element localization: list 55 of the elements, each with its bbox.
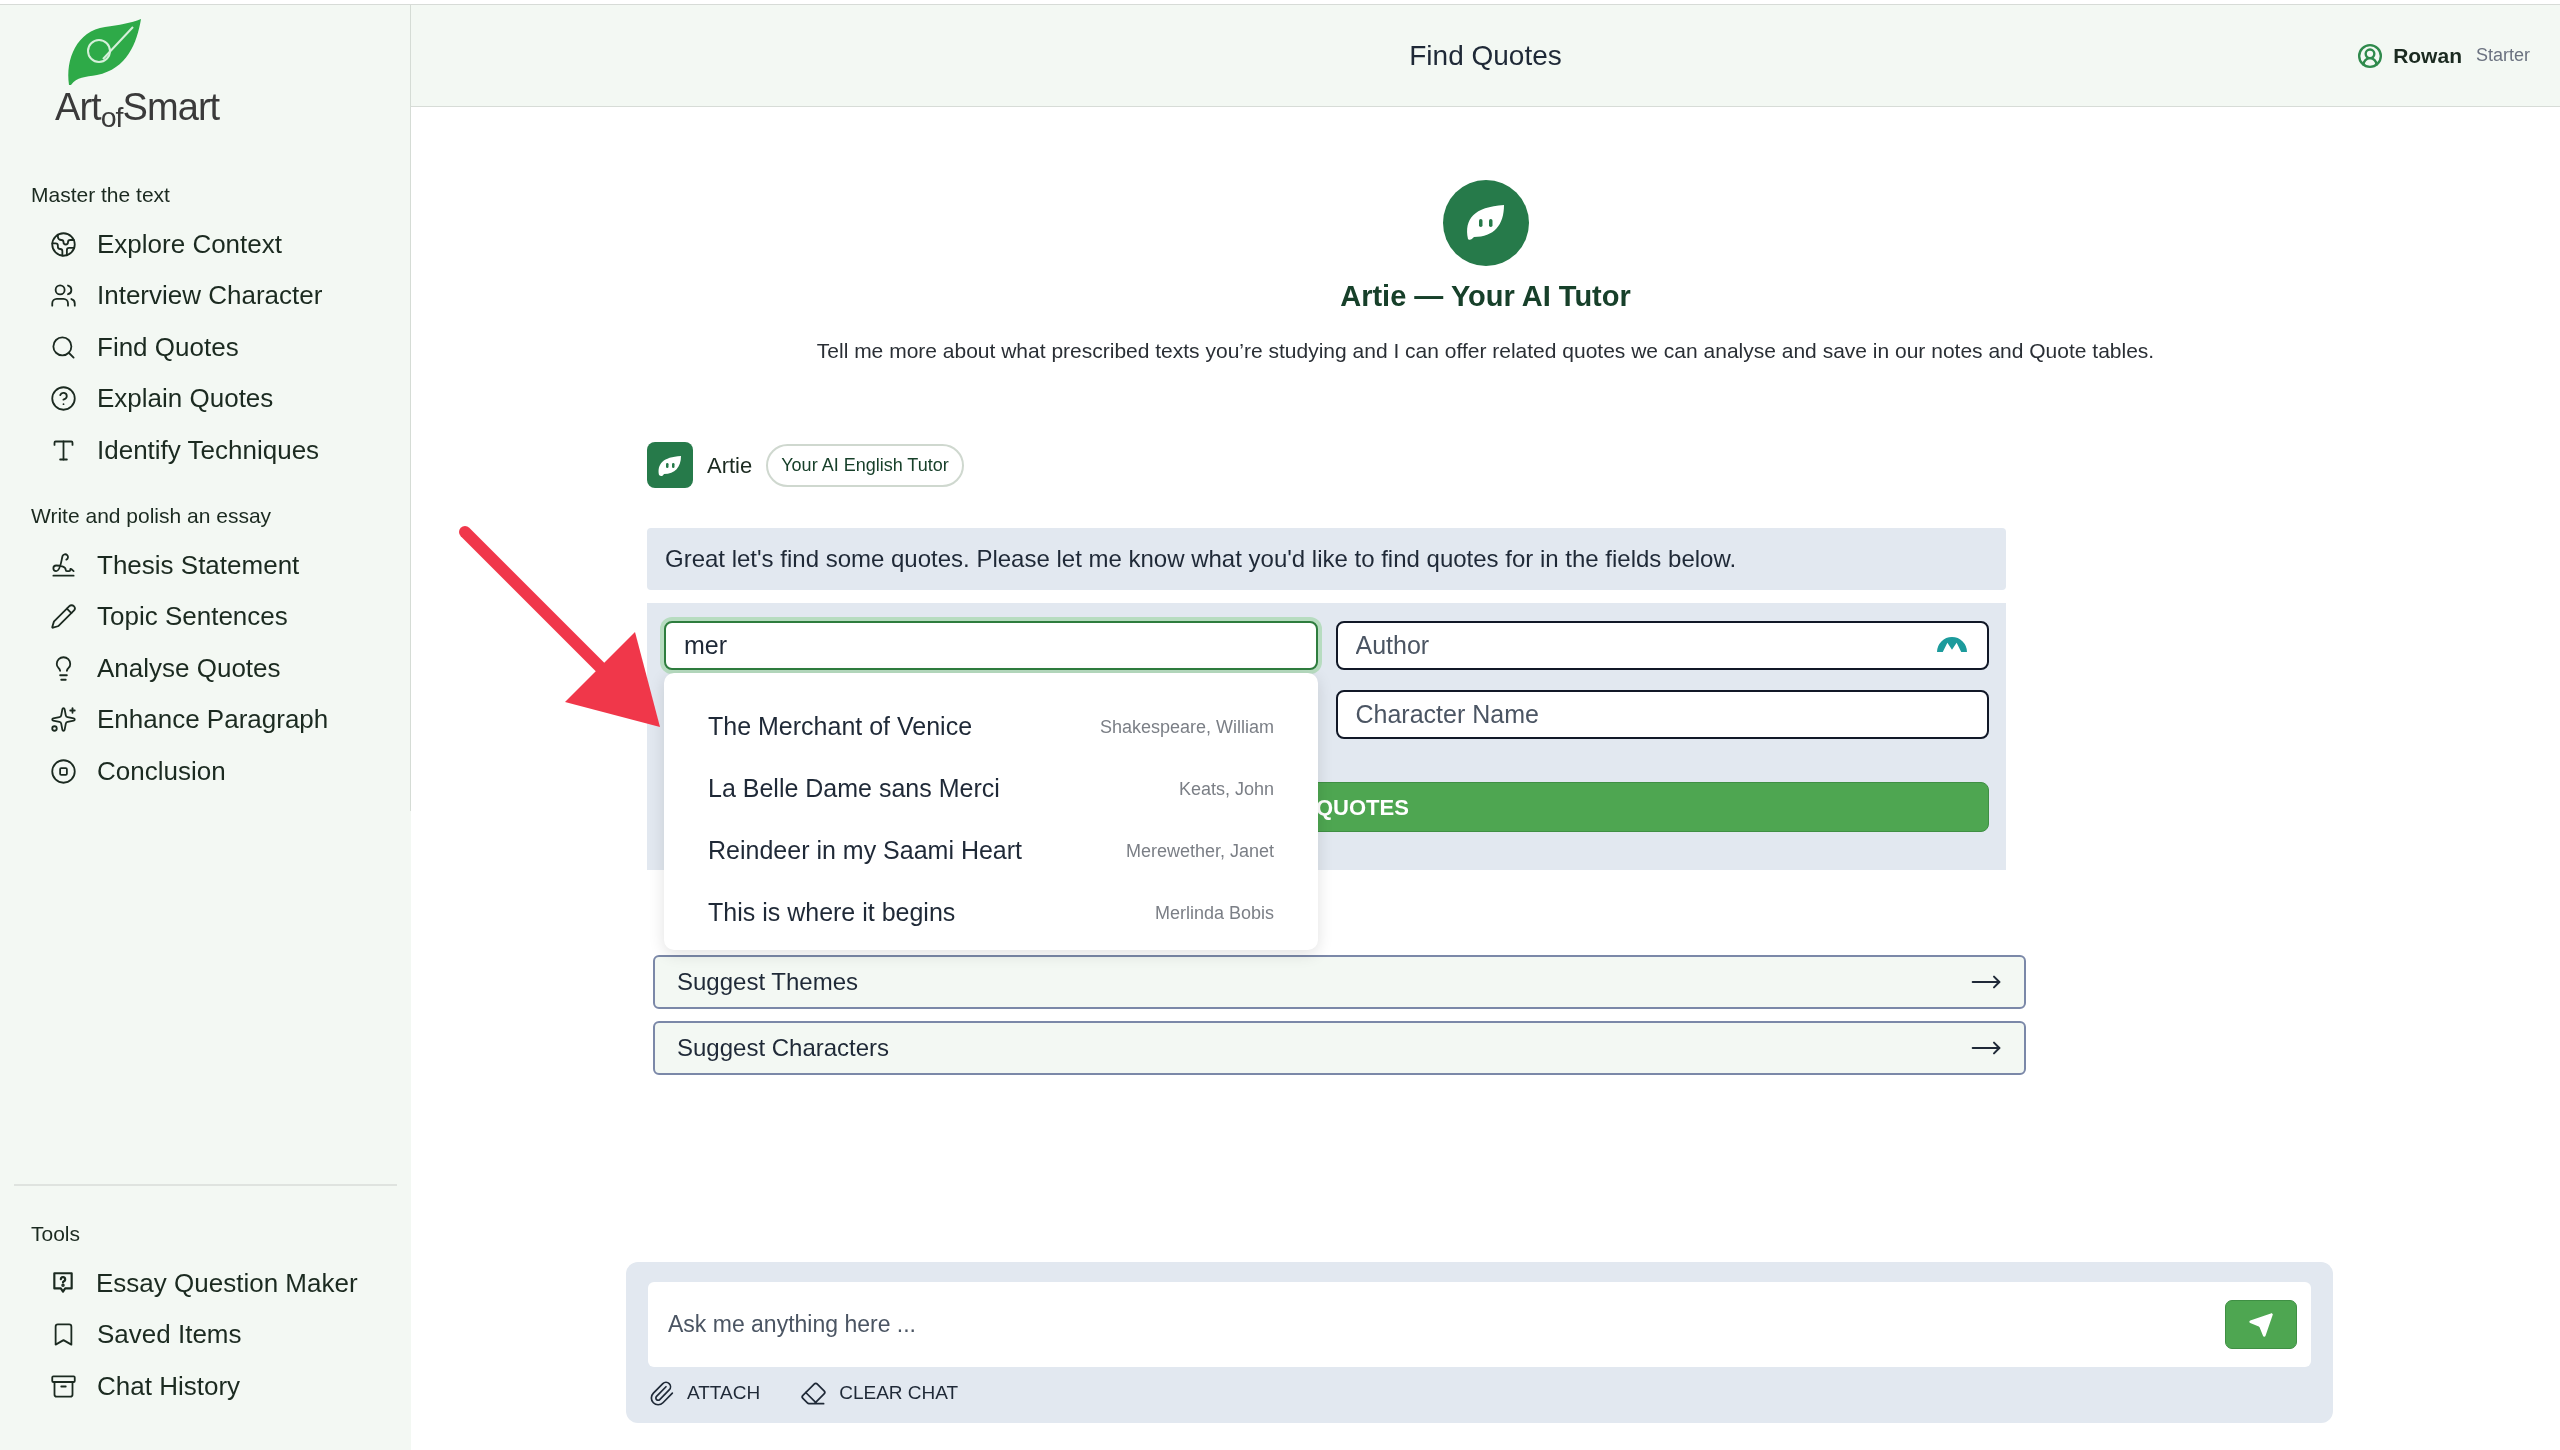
section-heading: Write and polish an essay [30, 503, 273, 529]
sidebar-item[interactable]: Interview Character [0, 270, 410, 322]
suggest-button[interactable]: Suggest Themes [653, 955, 2026, 1009]
suggestion-item[interactable]: This is where it begins Merlinda Bobis [664, 882, 1318, 944]
intro-text: Tell me more about what prescribed texts you’re studying and I can offer related quotes we can analyse and save in our notes and Quote tables. [816, 337, 2155, 364]
logo-text: Art$_{of}$Smart [55, 87, 220, 127]
pencil-icon [50, 603, 77, 631]
text-title: The Merchant of Venice [708, 711, 973, 743]
sidebar-item[interactable]: Essay Question Maker [0, 1257, 411, 1309]
sidebar-item[interactable]: Enhance Paragraph [0, 694, 410, 746]
sidebar-item[interactable]: Explain Quotes [0, 373, 410, 425]
user-name: Rowan [2393, 42, 2462, 69]
tutor-title: Artie — Your AI Tutor [1340, 279, 1631, 314]
question-icon [50, 385, 77, 413]
tutor-avatar [647, 442, 693, 488]
chat-message: Great let's find some quotes. Please let me know what you'd like to find quotes for in the fields below. [647, 528, 2006, 590]
message-box[interactable]: Ask me anything here ... [648, 1282, 2311, 1367]
user-icon [2357, 42, 2384, 69]
archive-icon [50, 1372, 77, 1400]
author-name: Merlinda Bobis [1154, 901, 1274, 925]
send-icon [2248, 1311, 2274, 1338]
sender-name: Artie [707, 451, 753, 480]
text-title: This is where it begins [708, 897, 956, 929]
tutor-badge: Your AI English Tutor [766, 443, 964, 487]
clear-chat-button[interactable]: CLEAR CHAT [800, 1379, 959, 1408]
attach-button[interactable]: ATTACH [648, 1379, 761, 1408]
send-button[interactable] [2225, 1300, 2297, 1349]
sidebar-item[interactable]: Saved Items [0, 1309, 411, 1361]
search-icon [50, 333, 77, 361]
sidebar-item[interactable]: Identify Techniques [0, 424, 410, 476]
stop-circle-icon [50, 757, 77, 785]
text-field[interactable]: Character Name [1335, 690, 1989, 739]
message-input[interactable]: Ask me anything here ... [668, 1307, 2225, 1342]
suggest-button[interactable]: Suggest Characters [653, 1021, 2026, 1075]
sparkles-icon [50, 706, 77, 734]
page-title: Find Quotes [1409, 38, 1562, 73]
suggestion-item[interactable]: The Merchant of Venice Shakespeare, William [664, 696, 1318, 758]
signature-icon [50, 551, 77, 579]
sidebar-item[interactable]: Thesis Statement [0, 539, 410, 591]
author-name: Shakespeare, William [1099, 715, 1274, 739]
globe-icon [50, 230, 77, 258]
text-title: Reindeer in my Saami Heart [708, 835, 1022, 867]
plan-label: Starter [2475, 44, 2530, 67]
section-heading: Tools [30, 1221, 82, 1247]
paperclip-icon [648, 1379, 675, 1407]
sidebar-item[interactable]: Explore Context [0, 218, 410, 270]
author-name: Merewether, Janet [1125, 839, 1274, 863]
sidebar-item[interactable]: Find Quotes [0, 321, 410, 373]
sidebar-item[interactable]: Topic Sentences [0, 591, 410, 643]
text-field[interactable]: mer [664, 621, 1318, 670]
section-heading: Master the text [30, 182, 171, 208]
sidebar-item[interactable]: Chat History [0, 1360, 411, 1412]
sidebar-item[interactable]: Analyse Quotes [0, 642, 410, 694]
text-field[interactable]: Author [1335, 621, 1989, 670]
sidebar-item[interactable]: Conclusion [0, 745, 410, 797]
